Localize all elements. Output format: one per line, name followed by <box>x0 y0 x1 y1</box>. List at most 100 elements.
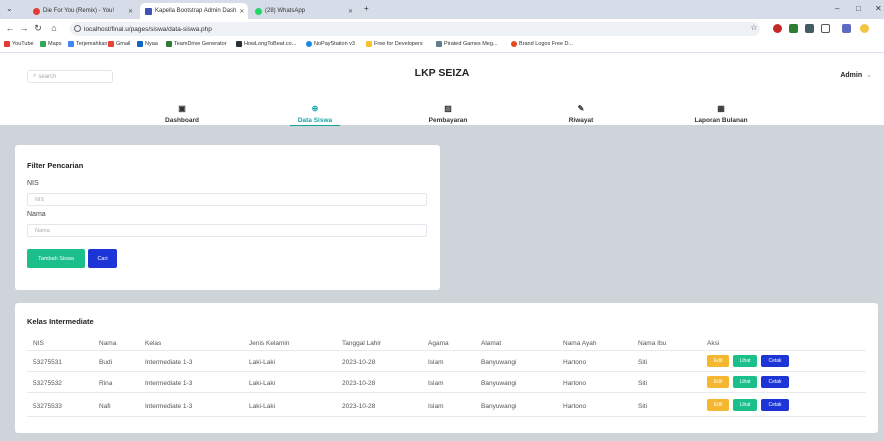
close-window-icon[interactable]: ✕ <box>875 4 882 13</box>
bookmark-youtube[interactable]: YouTube <box>4 41 34 47</box>
nav-laporan-bulanan[interactable]: ▦ Laporan Bulanan <box>666 105 776 125</box>
profile-avatar-icon[interactable] <box>860 24 869 33</box>
cell-nama: Budi <box>99 359 113 366</box>
search-input[interactable]: ⌕ search <box>27 70 113 83</box>
minimize-icon[interactable]: – <box>835 4 839 13</box>
nav-pembayaran[interactable]: ▨ Pembayaran <box>393 104 503 125</box>
bookmark-nyaa[interactable]: Nyaa <box>137 41 158 47</box>
new-tab-button[interactable]: + <box>364 4 369 13</box>
forward-icon[interactable]: → <box>18 23 30 33</box>
column-header-aksi: Aksi <box>707 340 720 347</box>
reload-icon[interactable]: ↻ <box>32 23 44 34</box>
cell-nama-ibu: Siti <box>638 359 648 366</box>
add-student-button[interactable]: Tambah Siswa <box>27 249 85 268</box>
print-button[interactable]: Cetak <box>761 376 789 388</box>
row-divider <box>27 392 866 393</box>
nama-label: Nama <box>27 211 46 218</box>
search-button[interactable]: Cari <box>88 249 117 268</box>
nav-data-siswa[interactable]: ⊕ Data Siswa <box>260 105 370 126</box>
view-button[interactable]: Lihat <box>733 399 757 411</box>
close-tab-icon[interactable]: ✕ <box>239 8 244 15</box>
extension-shield-icon[interactable] <box>773 24 782 33</box>
profile-sidebar-icon[interactable] <box>842 24 851 33</box>
close-tab-icon[interactable]: ✕ <box>348 8 353 15</box>
cell-agama: Islam <box>428 359 444 366</box>
extension-grey-icon[interactable] <box>805 24 814 33</box>
cell-nis: 53275532 <box>33 380 62 387</box>
bookmark-brand-logos[interactable]: Brand Logos Free D... <box>511 41 573 47</box>
header-divider <box>27 350 866 351</box>
view-button[interactable]: Lihat <box>733 355 757 367</box>
print-button[interactable]: Cetak <box>761 355 789 367</box>
edit-button[interactable]: Edit <box>707 376 729 388</box>
cell-alamat: Banyuwangi <box>481 359 517 366</box>
home-icon[interactable]: ⌂ <box>48 23 60 33</box>
cell-jenis-kelamin: Laki-Laki <box>249 380 276 387</box>
bookmark-gmail[interactable]: Gmail <box>108 41 130 47</box>
view-button[interactable]: Lihat <box>733 376 757 388</box>
back-icon[interactable]: ← <box>4 23 16 33</box>
nis-input[interactable]: NIS <box>27 193 427 206</box>
maximize-icon[interactable]: □ <box>856 4 861 13</box>
cell-nama-ayah: Hartono <box>563 359 587 366</box>
site-info-icon[interactable] <box>74 25 81 32</box>
close-tab-icon[interactable]: ✕ <box>128 8 133 15</box>
bookmark-nopaystation[interactable]: NoPayStation v3 <box>306 41 355 47</box>
cell-agama: Islam <box>428 403 444 410</box>
cell-nis: 53275531 <box>33 359 62 366</box>
bookmarks-bar: YouTube Maps Terjemahkan Gmail Nyaa Team… <box>0 39 884 53</box>
nama-input[interactable]: Nama <box>27 224 427 237</box>
user-menu[interactable]: Admin ⌄ <box>840 71 872 79</box>
cell-nama: Nafi <box>99 403 111 410</box>
column-header-nama: Nama <box>99 340 117 347</box>
browser-tab-youtube[interactable]: Die For You (Remix) - You! ✕ <box>28 3 138 19</box>
column-header-alamat: Alamat <box>481 340 502 347</box>
url-text: localhost/final.u/pages/siswa/data-siswa… <box>84 25 212 33</box>
whatsapp-favicon-icon <box>255 7 262 15</box>
youtube-favicon-icon <box>33 7 40 15</box>
edit-button[interactable]: Edit <box>707 399 729 411</box>
extension-green-icon[interactable] <box>789 24 798 33</box>
nav-dashboard[interactable]: ▣ Dashboard <box>127 104 237 125</box>
search-icon: ⌕ <box>33 73 37 79</box>
brand-title: LKP SEIZA <box>414 67 470 79</box>
teamdrive-icon <box>166 41 172 47</box>
tab-list-chevron-icon[interactable]: ⌄ <box>6 4 13 13</box>
bookmark-pirated-games[interactable]: Pirated Games Meg... <box>436 41 498 47</box>
cell-kelas: Intermediate 1-3 <box>145 380 193 387</box>
dashboard-icon: ▣ <box>178 104 186 113</box>
nopaystation-icon <box>306 41 312 47</box>
column-header-nama-ayah: Nama Ayah <box>563 340 597 347</box>
image-icon: ▨ <box>444 104 452 113</box>
edit-button[interactable]: Edit <box>707 355 729 367</box>
browser-tab-whatsapp[interactable]: (28) WhatsApp ✕ <box>250 3 358 19</box>
print-button[interactable]: Cetak <box>761 399 789 411</box>
cell-jenis-kelamin: Laki-Laki <box>249 403 276 410</box>
bookmark-free-for-developers[interactable]: Free for Developers <box>366 41 423 47</box>
pen-icon: ✎ <box>577 104 585 113</box>
cell-kelas: Intermediate 1-3 <box>145 359 193 366</box>
address-bar: ← → ↻ ⌂ localhost/final.u/pages/siswa/da… <box>0 19 884 39</box>
youtube-icon <box>4 41 10 47</box>
bookmark-maps[interactable]: Maps <box>40 41 61 47</box>
column-header-nis: NIS <box>33 340 44 347</box>
bookmark-translate[interactable]: Terjemahkan <box>68 41 108 47</box>
bookmark-howlongtobeat[interactable]: HowLongToBeat.co... <box>236 41 296 47</box>
nav-riwayat[interactable]: ✎ Riwayat <box>526 104 636 125</box>
cell-tanggal-lahir: 2023-10-28 <box>342 403 376 410</box>
column-header-nama-ibu: Nama Ibu <box>638 340 667 347</box>
developers-icon <box>366 41 372 47</box>
kapella-favicon-icon <box>145 7 152 15</box>
tab-label: Kapella Bootstrap Admin Dash <box>155 8 237 14</box>
chevron-down-icon: ⌄ <box>866 72 872 79</box>
cell-alamat: Banyuwangi <box>481 403 517 410</box>
browser-tab-kapella[interactable]: Kapella Bootstrap Admin Dash ✕ <box>140 3 248 19</box>
bookmark-star-icon[interactable]: ☆ <box>748 23 760 32</box>
url-field[interactable]: localhost/final.u/pages/siswa/data-siswa… <box>70 22 760 36</box>
bookmark-teamdrive[interactable]: TeamDrive Generator <box>166 41 227 47</box>
cell-tanggal-lahir: 2023-10-28 <box>342 380 376 387</box>
cell-nama-ibu: Siti <box>638 403 648 410</box>
extensions-puzzle-icon[interactable] <box>821 24 830 33</box>
gmail-icon <box>108 41 114 47</box>
cell-jenis-kelamin: Laki-Laki <box>249 359 276 366</box>
